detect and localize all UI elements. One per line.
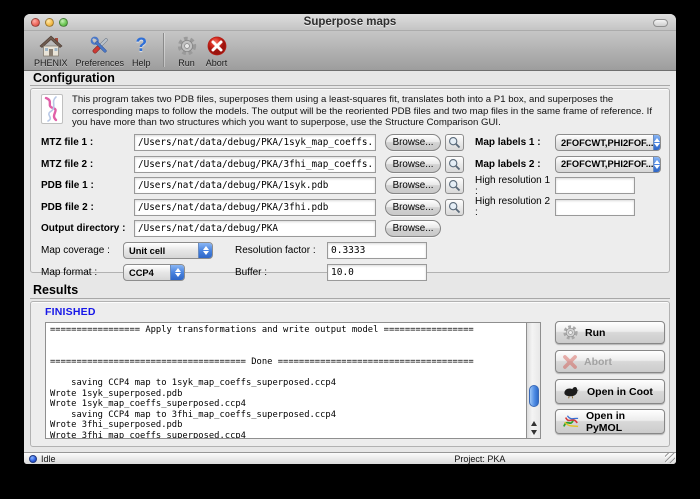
scrollbar-thumb[interactable] bbox=[529, 385, 539, 407]
buffer-label: Buffer : bbox=[235, 267, 327, 278]
toolbar-phenix-button[interactable]: PHENIX bbox=[30, 34, 72, 68]
run-button[interactable]: Run bbox=[555, 321, 665, 344]
magnifier-icon bbox=[448, 158, 461, 171]
mtz-file-1-input[interactable] bbox=[134, 134, 376, 151]
toolbar-phenix-label: PHENIX bbox=[34, 58, 68, 68]
high-resolution-2-label: High resolution 2 : bbox=[475, 196, 555, 218]
toolbar-abort-label: Abort bbox=[206, 58, 228, 68]
toolbar-preferences-label: Preferences bbox=[76, 58, 125, 68]
mtz-file-2-label: MTZ file 2 : bbox=[41, 159, 134, 170]
toolbar-run-label: Run bbox=[178, 58, 195, 68]
map-format-select[interactable]: CCP4 bbox=[123, 264, 185, 281]
toolbar-abort-button[interactable]: Abort bbox=[202, 34, 232, 68]
stepper-icon bbox=[653, 135, 660, 150]
pdb-file-2-inspect-button[interactable] bbox=[445, 199, 464, 216]
pdb-file-1-inspect-button[interactable] bbox=[445, 177, 464, 194]
stepper-icon bbox=[170, 265, 184, 280]
map-labels-1-label: Map labels 1 : bbox=[475, 137, 555, 148]
scroll-down-icon[interactable] bbox=[531, 430, 537, 435]
project-label: Project: PKA bbox=[454, 454, 505, 464]
help-icon: ? bbox=[136, 34, 148, 57]
toolbar-preferences-button[interactable]: Preferences bbox=[72, 34, 129, 68]
title-bar[interactable]: Superpose maps bbox=[24, 14, 676, 31]
mtz-file-1-row: MTZ file 1 : Browse... Map labels 1 : 2F… bbox=[41, 133, 669, 152]
mtz-file-2-browse-button[interactable]: Browse... bbox=[385, 156, 441, 173]
magnifier-icon bbox=[448, 136, 461, 149]
status-badge: FINISHED bbox=[45, 306, 96, 318]
scroll-up-icon[interactable] bbox=[531, 421, 537, 426]
high-resolution-2-input[interactable] bbox=[555, 199, 635, 216]
configuration-divider bbox=[30, 85, 670, 86]
mtz-file-2-row: MTZ file 2 : Browse... Map labels 2 : 2F… bbox=[41, 155, 669, 174]
pdb-file-2-input[interactable] bbox=[134, 199, 376, 216]
toolbar-help-button[interactable]: ? Help bbox=[128, 34, 155, 68]
map-labels-2-select[interactable]: 2FOFCWT,PHI2FOF... bbox=[555, 156, 661, 173]
content-area: Configuration This program takes two PDB… bbox=[24, 71, 676, 452]
status-text: Idle bbox=[41, 454, 56, 464]
output-directory-label: Output directory : bbox=[41, 223, 134, 234]
toolbar-run-button[interactable]: Run bbox=[172, 34, 202, 68]
gear-icon bbox=[562, 324, 579, 341]
mtz-file-1-inspect-button[interactable] bbox=[445, 134, 464, 151]
abort-button[interactable]: Abort bbox=[555, 350, 665, 373]
results-heading: Results bbox=[33, 283, 78, 297]
map-coverage-select[interactable]: Unit cell bbox=[123, 242, 213, 259]
map-labels-2-label: Map labels 2 : bbox=[475, 159, 555, 170]
mtz-file-1-label: MTZ file 1 : bbox=[41, 137, 134, 148]
tools-icon bbox=[88, 34, 112, 57]
map-labels-1-select[interactable]: 2FOFCWT,PHI2FOF... bbox=[555, 134, 661, 151]
mtz-file-2-inspect-button[interactable] bbox=[445, 156, 464, 173]
map-coverage-label: Map coverage : bbox=[41, 245, 123, 256]
pdb-file-2-label: PDB file 2 : bbox=[41, 202, 134, 213]
pdb-file-1-label: PDB file 1 : bbox=[41, 180, 134, 191]
stepper-icon bbox=[198, 243, 212, 258]
log-console[interactable]: ================= Apply transformations … bbox=[45, 322, 541, 439]
window-title: Superpose maps bbox=[24, 16, 676, 28]
high-resolution-1-input[interactable] bbox=[555, 177, 635, 194]
console-scrollbar[interactable] bbox=[526, 322, 541, 439]
toolbar-separator bbox=[163, 33, 164, 67]
output-directory-browse-button[interactable]: Browse... bbox=[385, 220, 441, 237]
results-divider bbox=[30, 298, 670, 299]
magnifier-icon bbox=[448, 179, 461, 192]
configuration-group: This program takes two PDB files, superp… bbox=[30, 88, 670, 273]
gear-icon bbox=[176, 34, 198, 57]
results-group: FINISHED ================= Apply transfo… bbox=[30, 301, 670, 447]
mtz-file-2-input[interactable] bbox=[134, 156, 376, 173]
mtz-file-1-browse-button[interactable]: Browse... bbox=[385, 134, 441, 151]
status-bar: Idle Project: PKA bbox=[24, 452, 676, 464]
molecule-ribbon-icon bbox=[41, 94, 63, 124]
map-format-label: Map format : bbox=[41, 267, 123, 278]
pdb-file-1-row: PDB file 1 : Browse... High resolution 1… bbox=[41, 176, 669, 195]
resolution-factor-label: Resolution factor : bbox=[235, 245, 327, 256]
toolbar-help-label: Help bbox=[132, 58, 151, 68]
resolution-factor-input[interactable] bbox=[327, 242, 427, 259]
pdb-file-2-row: PDB file 2 : Browse... High resolution 2… bbox=[41, 198, 669, 217]
stepper-icon bbox=[653, 157, 660, 172]
buffer-input[interactable] bbox=[327, 264, 427, 281]
abort-icon bbox=[206, 34, 228, 57]
high-resolution-1-label: High resolution 1 : bbox=[475, 175, 555, 197]
app-window: Superpose maps PHENIX bbox=[24, 14, 676, 464]
configuration-description: This program takes two PDB files, superp… bbox=[72, 94, 661, 129]
coot-bird-icon bbox=[562, 384, 581, 399]
pymol-molecule-icon bbox=[562, 414, 580, 430]
house-icon bbox=[39, 34, 63, 57]
output-directory-input[interactable] bbox=[134, 220, 376, 237]
output-directory-row: Output directory : Browse... bbox=[41, 219, 669, 238]
pdb-file-2-browse-button[interactable]: Browse... bbox=[385, 199, 441, 216]
resize-grip[interactable] bbox=[665, 453, 675, 463]
main-toolbar: PHENIX Preferences ? bbox=[24, 31, 676, 71]
pdb-file-1-browse-button[interactable]: Browse... bbox=[385, 177, 441, 194]
configuration-heading: Configuration bbox=[33, 71, 115, 85]
open-in-coot-button[interactable]: Open in Coot bbox=[555, 379, 665, 404]
pdb-file-1-input[interactable] bbox=[134, 177, 376, 194]
map-format-row: Map format : CCP4 Buffer : bbox=[41, 263, 669, 282]
abort-x-icon bbox=[562, 354, 578, 370]
open-in-pymol-button[interactable]: Open in PyMOL bbox=[555, 409, 665, 434]
toolbar-toggle-button[interactable] bbox=[653, 19, 668, 27]
status-indicator-icon bbox=[29, 455, 37, 463]
map-coverage-row: Map coverage : Unit cell Resolution fact… bbox=[41, 241, 669, 260]
magnifier-icon bbox=[448, 201, 461, 214]
